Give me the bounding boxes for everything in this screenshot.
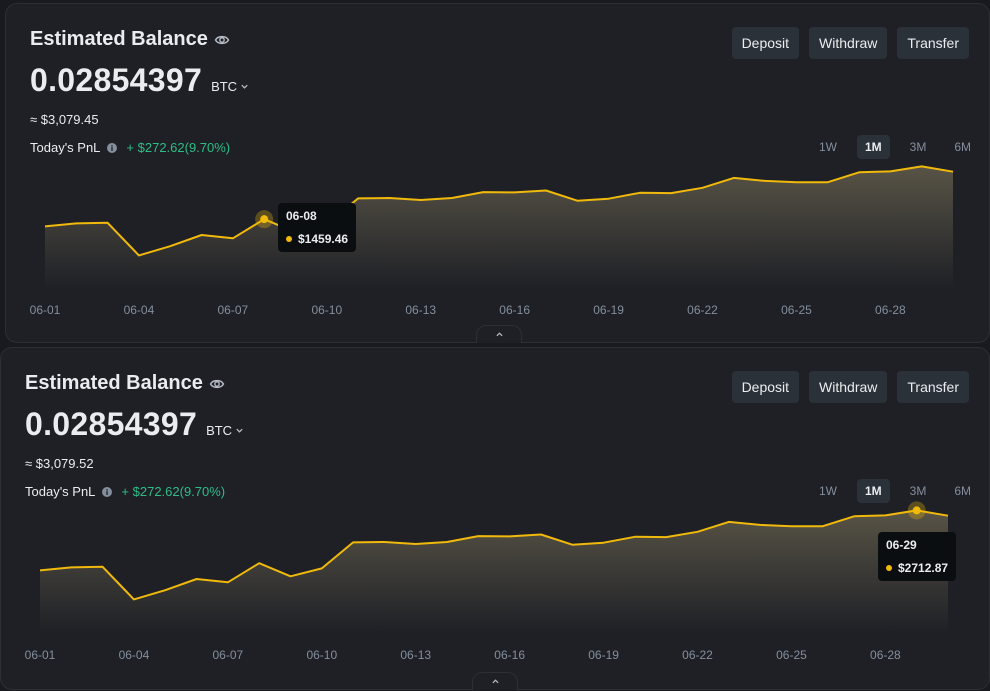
x-tick-label: 06-04: [119, 648, 150, 662]
x-tick-label: 06-13: [400, 648, 431, 662]
balance-chart[interactable]: 06-01 06-04 06-07 06-10 06-13 06-16 06-19 06-22…: [1, 348, 990, 691]
collapse-button[interactable]: [476, 325, 522, 343]
series-dot: [286, 236, 292, 242]
balance-panel: Estimated Balance 0.02854397 BTC ≈ $3,07…: [5, 3, 990, 343]
hover-point: [260, 215, 269, 224]
chart-tooltip: 06-29 $2712.87: [878, 532, 957, 581]
hover-point: [912, 506, 921, 515]
x-tick-label: 06-22: [682, 648, 713, 662]
x-tick-label: 06-01: [25, 648, 56, 662]
balance-chart[interactable]: 06-01 06-04 06-07 06-10 06-13 06-16 06-19 06-22…: [6, 4, 990, 344]
x-tick-label: 06-16: [494, 648, 525, 662]
x-tick-label: 06-25: [781, 303, 812, 317]
x-tick-label: 06-01: [30, 303, 61, 317]
x-tick-label: 06-04: [124, 303, 155, 317]
tooltip-date: 06-29: [886, 538, 917, 552]
chart-area: [45, 166, 953, 289]
chart-area: [40, 510, 948, 633]
x-tick-label: 06-19: [588, 648, 619, 662]
tooltip-value: $2712.87: [898, 561, 949, 575]
x-tick-label: 06-13: [405, 303, 436, 317]
x-tick-label: 06-19: [593, 303, 624, 317]
tooltip-date: 06-08: [286, 209, 317, 223]
series-dot: [886, 565, 892, 571]
tooltip-value-row: $1459.46: [286, 232, 348, 246]
x-tick-label: 06-25: [776, 648, 807, 662]
tooltip-value: $1459.46: [298, 232, 349, 246]
chevron-up-icon: [495, 332, 503, 337]
x-tick-label: 06-28: [875, 303, 906, 317]
balance-panel: Estimated Balance 0.02854397 BTC ≈ $3,07…: [0, 347, 990, 690]
x-tick-label: 06-10: [311, 303, 342, 317]
x-tick-label: 06-22: [687, 303, 718, 317]
chart-tooltip: 06-08 $1459.46: [278, 203, 357, 252]
x-tick-label: 06-07: [218, 303, 249, 317]
x-tick-label: 06-16: [499, 303, 530, 317]
x-tick-label: 06-07: [213, 648, 244, 662]
collapse-button[interactable]: [472, 672, 518, 690]
chevron-up-icon: [491, 679, 499, 684]
x-tick-label: 06-28: [870, 648, 901, 662]
tooltip-value-row: $2712.87: [886, 561, 948, 575]
x-tick-label: 06-10: [306, 648, 337, 662]
